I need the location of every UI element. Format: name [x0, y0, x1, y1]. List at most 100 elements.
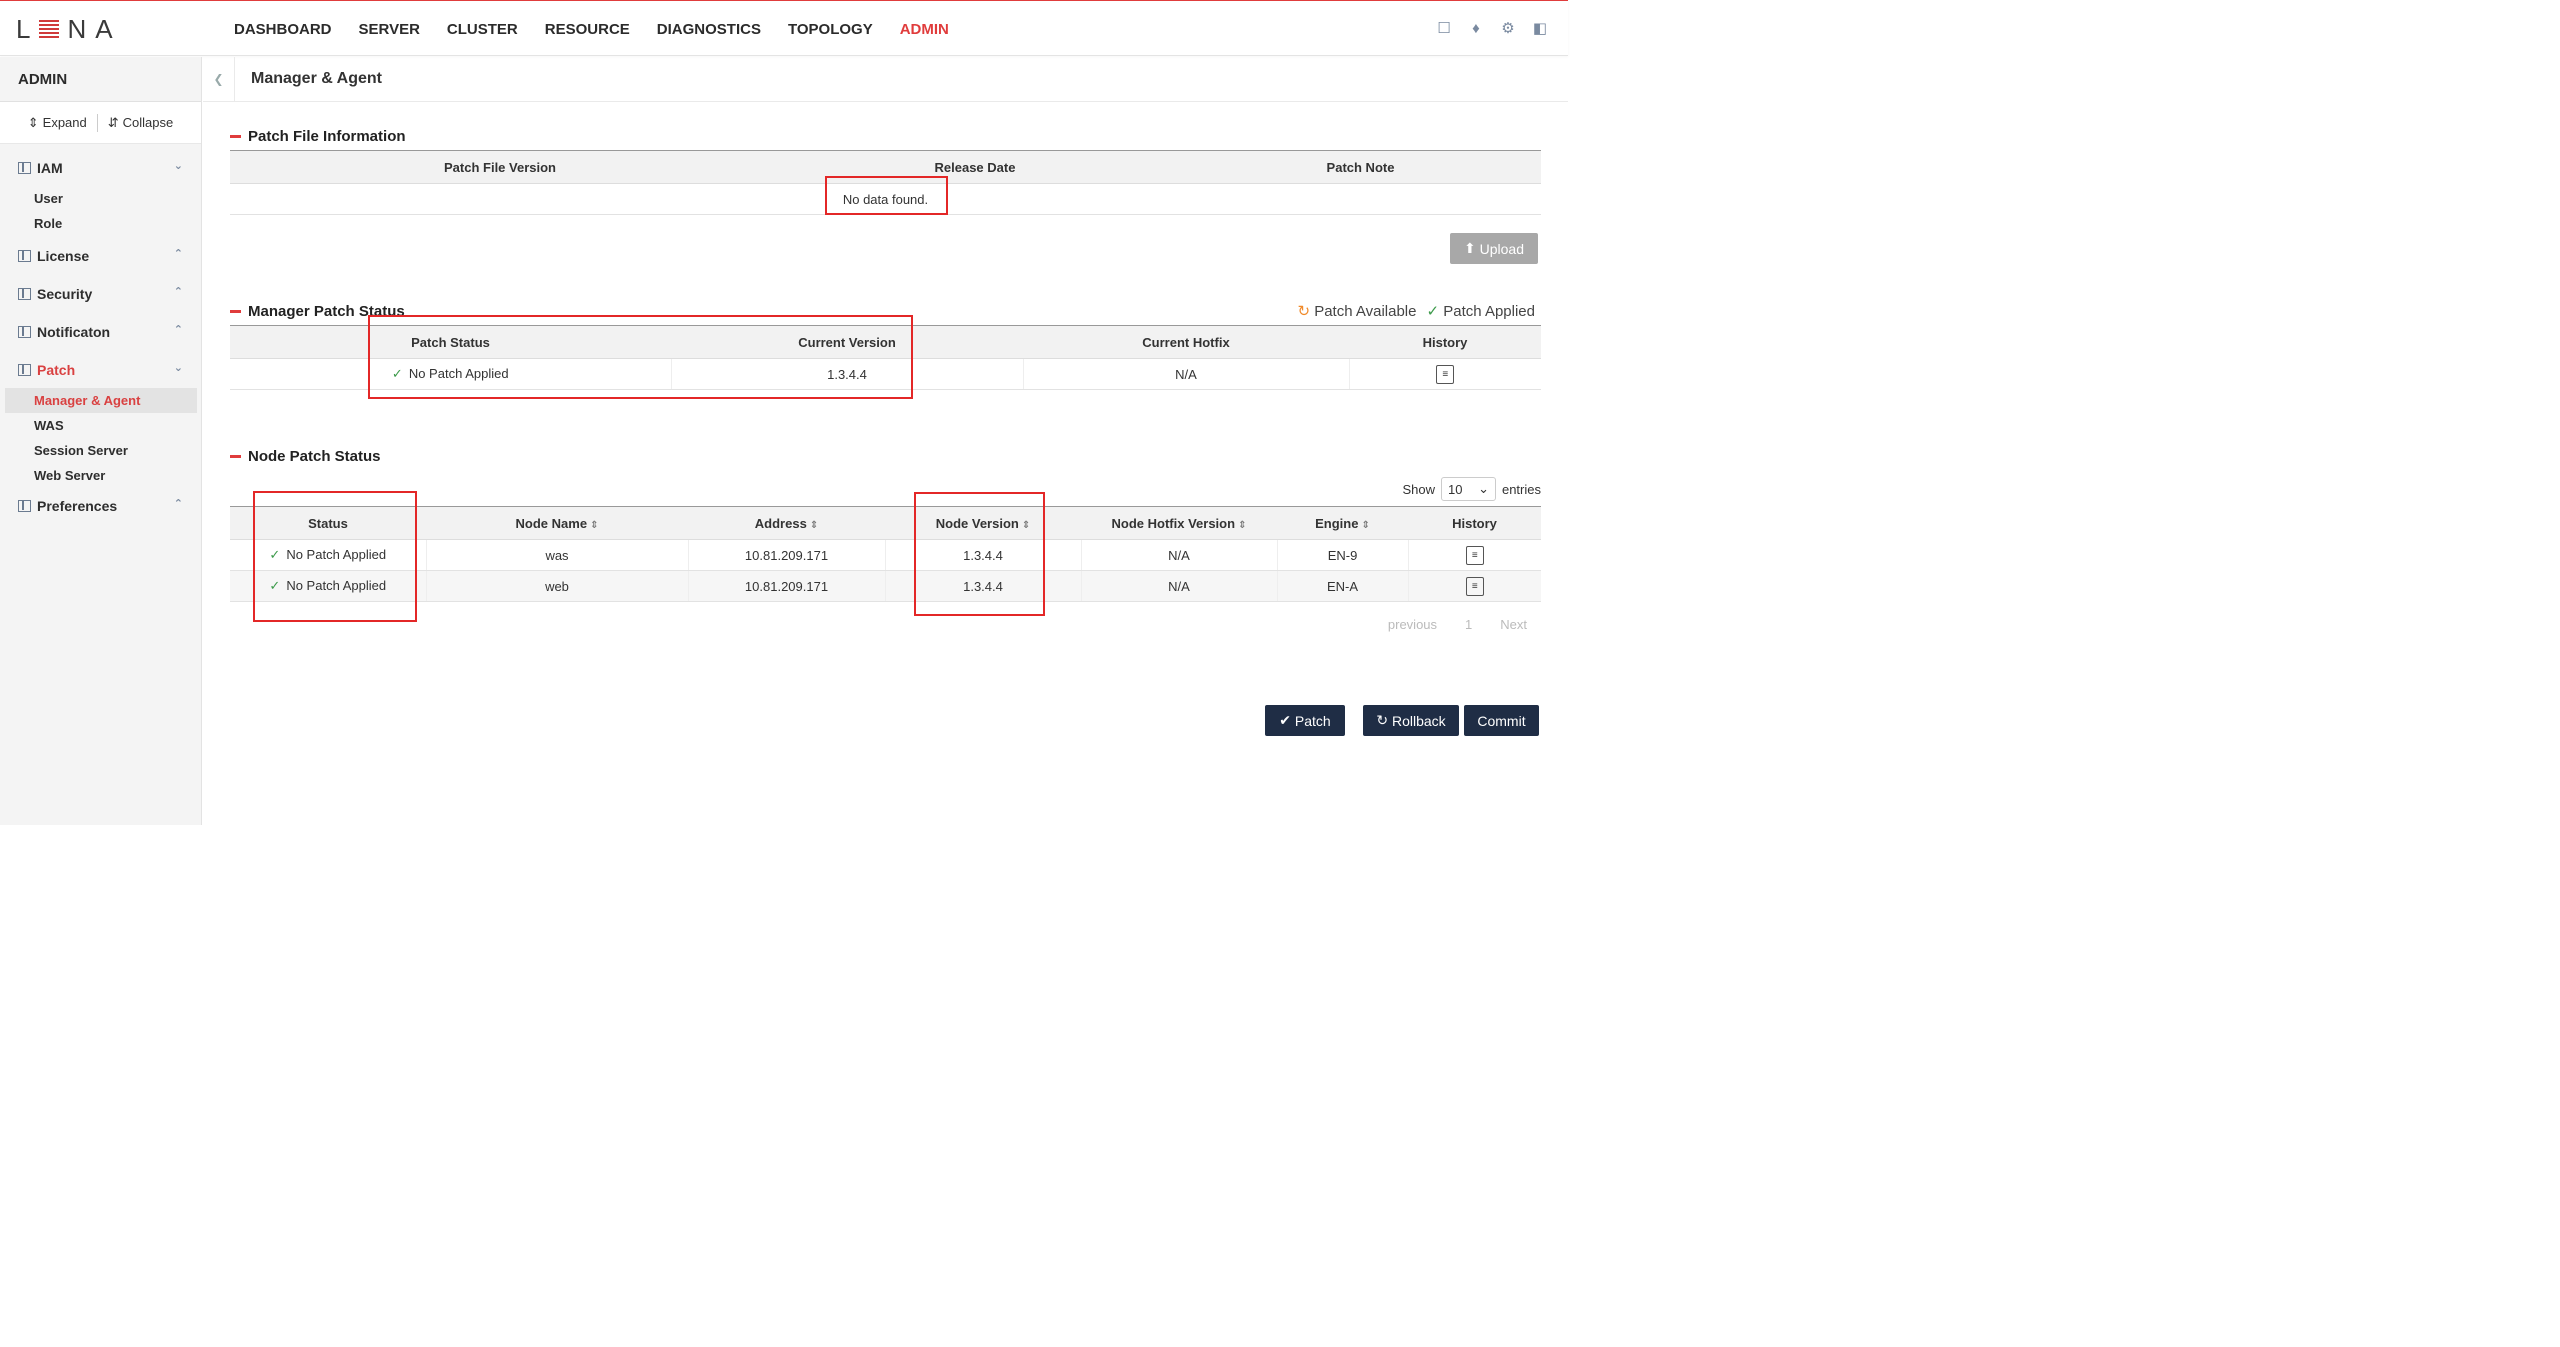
node-patch-title: Node Patch Status	[230, 448, 381, 465]
chevron-down-icon: ⌄	[173, 362, 183, 374]
document-icon[interactable]: ≡	[1436, 364, 1455, 384]
expand-label: Expand	[42, 115, 87, 130]
col-engine-label: Engine	[1315, 515, 1359, 531]
chevron-left-icon[interactable]: ❮	[203, 56, 235, 102]
col-node-hotfix-label: Node Hotfix Version	[1111, 515, 1236, 531]
pagination: previous 1 Next	[1374, 613, 1541, 635]
check-icon: ✓	[1426, 303, 1440, 320]
gear-icon[interactable]: ⚙	[1500, 19, 1516, 37]
col-patch-note[interactable]: Patch Note	[1180, 150, 1541, 184]
sidebar-group-security[interactable]: Security ⌃	[0, 282, 201, 306]
document-icon[interactable]: ≡	[1465, 576, 1484, 596]
group-label: IAM	[37, 160, 63, 176]
sidebar-item-user[interactable]: User	[0, 186, 201, 211]
show-label: Show	[1402, 481, 1435, 497]
group-label: Notificaton	[37, 324, 111, 340]
nav-cluster[interactable]: CLUSTER	[447, 21, 518, 38]
sidebar-item-web-server[interactable]: Web Server	[0, 463, 201, 488]
nav-diagnostics[interactable]: DIAGNOSTICS	[657, 21, 761, 38]
col-node-hotfix-version[interactable]: Node Hotfix Version ⇕	[1081, 506, 1277, 540]
lena-logo[interactable]: L NA	[16, 13, 122, 45]
patch-file-title: Patch File Information	[230, 128, 406, 145]
rollback-label: Rollback	[1391, 712, 1446, 729]
sidebar-item-role[interactable]: Role	[0, 211, 201, 236]
node-name-cell: was	[425, 539, 688, 571]
sort-icon[interactable]: ⇕	[1361, 520, 1369, 531]
sidebar-item-was[interactable]: WAS	[0, 413, 201, 438]
menu-icon	[18, 288, 31, 300]
patch-legend: ↻ Patch Available ✓ Patch Applied	[1297, 302, 1535, 320]
tools-divider	[96, 113, 98, 132]
breadcrumb: ❮ Manager & Agent	[203, 56, 1568, 102]
previous-button[interactable]: previous	[1374, 613, 1451, 635]
sidebar-group-license[interactable]: License ⌃	[0, 244, 201, 268]
sidebar-group-preferences[interactable]: Preferences ⌃	[0, 494, 201, 518]
node-patch-table: Status Node Name ⇕ Address ⇕ Node Version ⇕…	[230, 506, 1541, 602]
node-name-cell: web	[425, 570, 688, 602]
rollback-icon: ↻	[1376, 712, 1392, 728]
sidebar-item-session-server[interactable]: Session Server	[0, 438, 201, 463]
group-label: Preferences	[37, 498, 118, 514]
page-1-button[interactable]: 1	[1451, 613, 1486, 635]
nav-topology[interactable]: TOPOLOGY	[788, 21, 873, 38]
menu-icon	[18, 162, 31, 174]
table-row: ✓ No Patch Applied was 10.81.209.171 1.3.…	[230, 539, 1541, 571]
commit-button[interactable]: Commit	[1464, 705, 1539, 736]
menu-icon	[18, 364, 31, 376]
group-label: Patch	[37, 362, 76, 378]
patch-label: Patch	[1294, 712, 1331, 729]
nav-server[interactable]: SERVER	[359, 21, 420, 38]
col-patch-file-version[interactable]: Patch File Version	[230, 150, 770, 184]
col-node-name-label: Node Name	[515, 515, 588, 531]
logo-letter-l: L	[16, 13, 40, 44]
collapse-button[interactable]: ⇵ Collapse	[108, 115, 174, 131]
col-address-label: Address	[754, 515, 807, 531]
upload-button[interactable]: ⬆ Upload	[1450, 233, 1538, 264]
nav-dashboard[interactable]: DASHBOARD	[234, 21, 332, 38]
col-node-name[interactable]: Node Name ⇕	[426, 506, 688, 540]
sort-icon[interactable]: ⇕	[1238, 520, 1246, 531]
col-history[interactable]: History	[1408, 506, 1541, 540]
bell-icon[interactable]: ♦	[1468, 19, 1484, 37]
chevron-up-icon: ⌃	[173, 286, 183, 298]
logo-text-na: NA	[67, 13, 122, 44]
refresh-icon: ↻	[1297, 303, 1311, 320]
current-hotfix-cell: N/A	[1022, 358, 1349, 390]
next-button[interactable]: Next	[1486, 613, 1541, 635]
sort-icon[interactable]: ⇕	[590, 520, 598, 531]
document-icon[interactable]: ≡	[1465, 545, 1484, 565]
rollback-button[interactable]: ↻ Rollback	[1363, 705, 1459, 736]
sidebar: ADMIN ⇕ Expand ⇵ Collapse IAM ⌄ User Role L…	[0, 57, 202, 825]
upload-icon: ⬆	[1464, 240, 1480, 256]
node-hotfix-cell: N/A	[1080, 539, 1277, 571]
history-cell: ≡	[1407, 570, 1541, 602]
sidebar-item-manager-agent[interactable]: Manager & Agent	[5, 388, 197, 413]
sidebar-group-iam[interactable]: IAM ⌄	[0, 156, 201, 180]
table-row: ✓ No Patch Applied web 10.81.209.171 1.3.…	[230, 570, 1541, 602]
page-title: Manager & Agent	[251, 70, 382, 87]
address-cell: 10.81.209.171	[687, 570, 885, 602]
sidebar-group-patch[interactable]: Patch ⌄	[0, 358, 201, 382]
expand-button[interactable]: ⇕ Expand	[28, 115, 87, 131]
menu-icon	[18, 326, 31, 338]
col-current-hotfix[interactable]: Current Hotfix	[1023, 325, 1349, 359]
history-cell: ≡	[1407, 539, 1541, 571]
sidebar-tools: ⇕ Expand ⇵ Collapse	[0, 102, 201, 144]
help-icon[interactable]: ☐	[1436, 19, 1452, 37]
col-engine[interactable]: Engine ⇕	[1277, 506, 1408, 540]
patch-button[interactable]: ✔ Patch	[1265, 705, 1345, 736]
entries-select[interactable]: 10 ⌄	[1440, 477, 1496, 501]
sort-icon[interactable]: ⇕	[810, 520, 818, 531]
chevron-up-icon: ⌃	[173, 248, 183, 260]
node-hotfix-cell: N/A	[1080, 570, 1277, 602]
nav-admin[interactable]: ADMIN	[900, 21, 949, 38]
col-history[interactable]: History	[1349, 325, 1541, 359]
logout-icon[interactable]: ◧	[1532, 19, 1548, 37]
legend-available: ↻ Patch Available	[1297, 302, 1416, 320]
legend-available-label: Patch Available	[1314, 303, 1417, 320]
col-address[interactable]: Address ⇕	[688, 506, 885, 540]
logo-bars-icon	[39, 20, 60, 38]
sidebar-group-notificaton[interactable]: Notificaton ⌃	[0, 320, 201, 344]
group-label: Security	[37, 286, 93, 302]
nav-resource[interactable]: RESOURCE	[545, 21, 630, 38]
